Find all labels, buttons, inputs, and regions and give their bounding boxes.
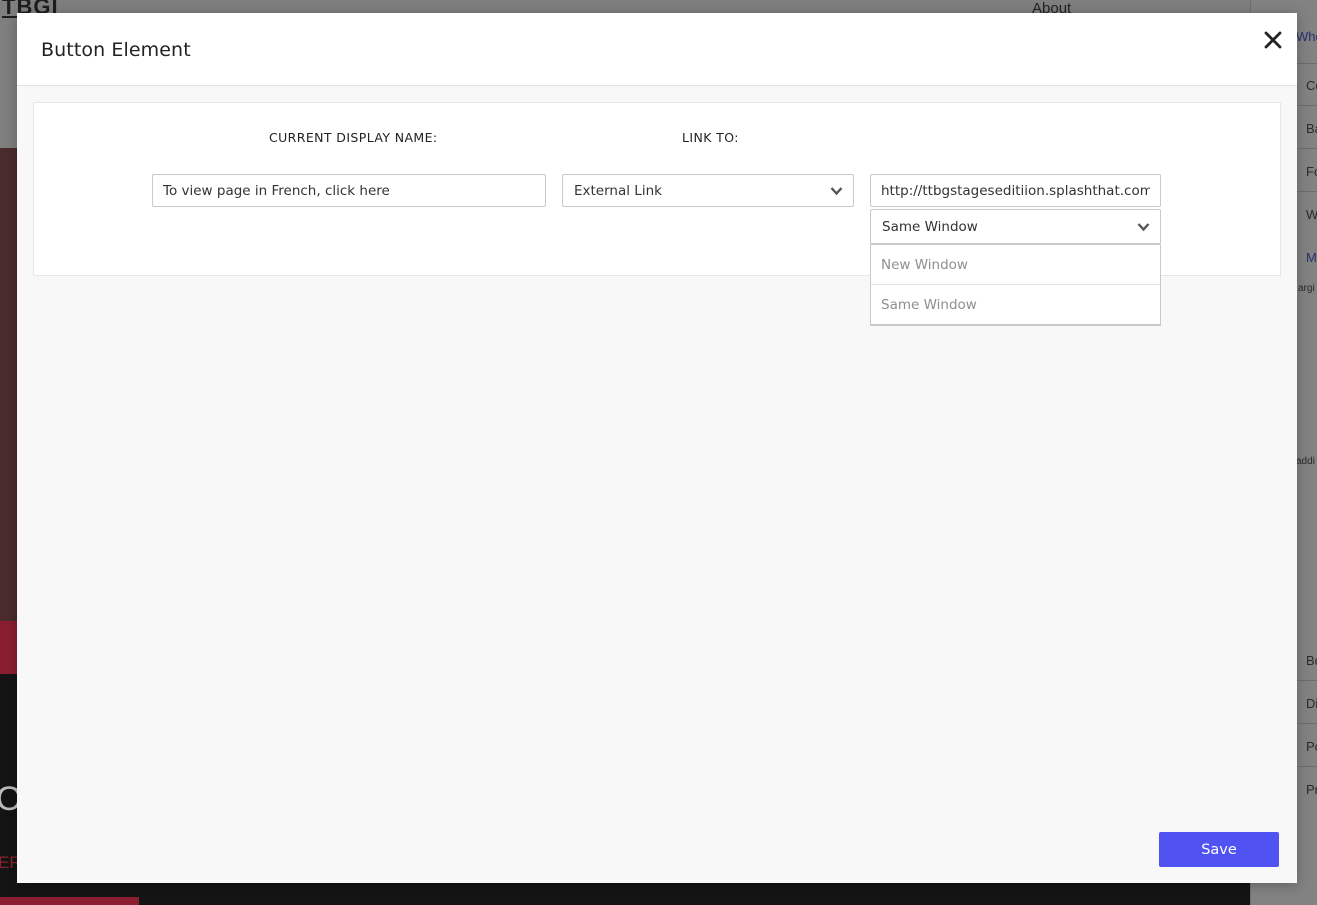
background-sidebar-item: Co <box>1306 78 1317 93</box>
button-settings-panel: CURRENT DISPLAY NAME: LINK TO: External … <box>33 102 1281 326</box>
display-name-input[interactable] <box>153 175 545 206</box>
background-sidebar-divider <box>1297 148 1317 149</box>
save-button[interactable]: Save <box>1159 832 1279 867</box>
window-target-select[interactable]: Same Window <box>870 209 1161 244</box>
background-sidebar-divider <box>1297 680 1317 681</box>
dropdown-option-same-window[interactable]: Same Window <box>871 285 1160 325</box>
background-sidebar-item: Ba <box>1306 121 1317 136</box>
background-sidebar-item: M <box>1306 250 1317 265</box>
display-name-label: CURRENT DISPLAY NAME: <box>269 130 438 145</box>
modal-header: Button Element <box>17 13 1297 86</box>
url-input[interactable] <box>871 175 1160 206</box>
background-red-banner <box>0 621 18 674</box>
background-sidebar-item: Fo <box>1306 164 1317 179</box>
background-sidebar-item: W <box>1306 207 1317 222</box>
dropdown-option-new-window[interactable]: New Window <box>871 245 1160 285</box>
background-sidebar-item: addi <box>1296 456 1315 467</box>
modal-title: Button Element <box>41 39 191 61</box>
background-sidebar-item: Po <box>1306 739 1317 754</box>
background-sidebar-divider <box>1297 191 1317 192</box>
background-sidebar-item: Pr <box>1306 782 1317 797</box>
link-to-label: LINK TO: <box>682 130 739 145</box>
display-name-field[interactable] <box>152 174 546 207</box>
background-sidebar-item: Bo <box>1306 653 1317 668</box>
chevron-down-icon <box>830 187 843 196</box>
background-sidebar-item: Who <box>1296 29 1317 44</box>
chevron-down-icon <box>1137 223 1150 232</box>
close-icon <box>1264 31 1282 49</box>
window-target-dropdown: New Window Same Window <box>870 244 1161 326</box>
background-red-bar <box>0 897 139 905</box>
background-sidebar-divider <box>1297 105 1317 106</box>
url-field[interactable] <box>870 174 1161 207</box>
background-sidebar-divider <box>1297 63 1317 64</box>
close-button[interactable] <box>1260 27 1286 53</box>
background-sidebar-item: argi <box>1298 283 1315 294</box>
link-type-selected: External Link <box>574 183 662 199</box>
background-sidebar-divider <box>1297 723 1317 724</box>
background-sidebar-item: Di <box>1306 696 1317 711</box>
background-sidebar-divider <box>1297 766 1317 767</box>
link-type-select[interactable]: External Link <box>562 174 854 207</box>
window-target-selected: Same Window <box>882 219 978 235</box>
background-hero-image <box>0 148 18 623</box>
button-element-modal: Button Element CURRENT DISPLAY NAME: LIN… <box>17 13 1297 883</box>
